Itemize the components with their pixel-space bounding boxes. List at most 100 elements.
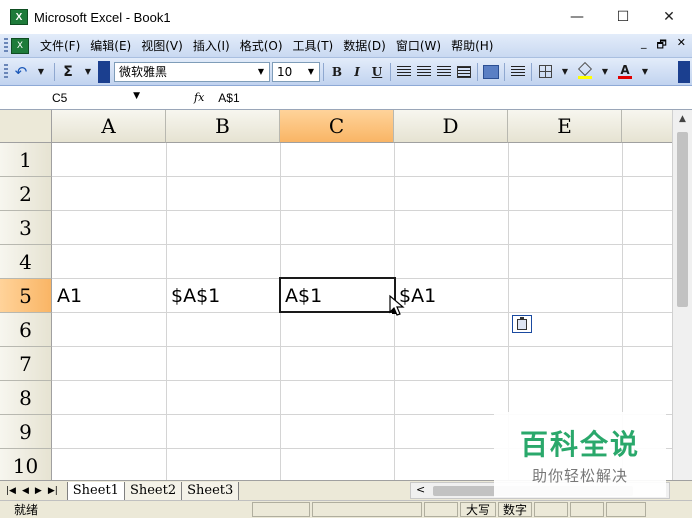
menu-view[interactable]: 视图(V) xyxy=(136,37,188,54)
toolbar-separator xyxy=(54,62,55,81)
formula-input[interactable]: A$1 xyxy=(218,91,239,105)
status-panel xyxy=(534,502,568,517)
font-color-icon: A xyxy=(620,63,630,77)
vertical-scrollbar[interactable]: ▲ xyxy=(672,110,692,480)
gridline xyxy=(52,176,672,177)
scroll-up-icon[interactable]: ▲ xyxy=(673,110,692,128)
font-color-button[interactable]: A xyxy=(615,62,635,82)
italic-button[interactable]: I xyxy=(347,62,367,82)
gridline xyxy=(52,346,672,347)
bold-button[interactable]: B xyxy=(327,62,347,82)
tab-sheet1[interactable]: Sheet1 xyxy=(66,481,125,500)
menu-window[interactable]: 窗口(W) xyxy=(391,37,446,54)
row-header-5[interactable]: 5 xyxy=(0,279,52,313)
menu-grip-icon[interactable] xyxy=(4,37,8,54)
menu-edit[interactable]: 编辑(E) xyxy=(85,37,136,54)
doc-restore-button[interactable]: 🗗 xyxy=(656,36,666,55)
row-header-6[interactable]: 6 xyxy=(0,313,52,347)
formatting-toolbar: ↶ ▼ Σ ▼ 微软雅黑 ▼ 10 ▼ B I U ▼ ▼ A ▼ xyxy=(0,58,692,86)
undo-icon[interactable]: ↶ xyxy=(11,62,31,82)
row-header-3[interactable]: 3 xyxy=(0,211,52,245)
mouse-cursor-icon xyxy=(389,294,405,316)
status-panel xyxy=(570,502,604,517)
watermark: 百科全说 助你轻松解决 xyxy=(494,412,666,497)
prev-sheet-icon[interactable]: ◀ xyxy=(19,486,32,496)
paste-options-button[interactable] xyxy=(512,315,532,333)
first-sheet-icon[interactable]: |◀ xyxy=(0,486,19,496)
cell-b5[interactable]: $A$1 xyxy=(166,279,280,313)
autosum-dropdown-icon[interactable]: ▼ xyxy=(78,62,98,82)
window-title: Microsoft Excel - Book1 xyxy=(34,9,171,25)
cell-a5[interactable]: A1 xyxy=(52,279,166,313)
row-header-4[interactable]: 4 xyxy=(0,245,52,279)
chevron-down-icon[interactable]: ▼ xyxy=(595,62,615,82)
chevron-down-icon[interactable]: ▼ xyxy=(635,62,655,82)
toolbar-separator xyxy=(504,62,505,81)
column-header-a[interactable]: A xyxy=(52,110,166,143)
row-header-9[interactable]: 9 xyxy=(0,415,52,449)
column-header-b[interactable]: B xyxy=(166,110,280,143)
status-panel xyxy=(312,502,422,517)
currency-button[interactable] xyxy=(481,62,501,82)
row-header-1[interactable]: 1 xyxy=(0,143,52,177)
fill-color-button[interactable] xyxy=(575,61,595,82)
gridline xyxy=(52,380,672,381)
insert-function-icon[interactable]: fx xyxy=(194,91,204,104)
row-header-7[interactable]: 7 xyxy=(0,347,52,381)
row-header-8[interactable]: 8 xyxy=(0,381,52,415)
align-left-button[interactable] xyxy=(394,62,414,82)
chevron-down-icon[interactable]: ▼ xyxy=(133,91,140,101)
merge-center-button[interactable] xyxy=(454,62,474,82)
title-bar: X Microsoft Excel - Book1 — ☐ ✕ xyxy=(0,0,692,34)
document-icon[interactable]: X xyxy=(11,37,29,54)
next-sheet-icon[interactable]: ▶ xyxy=(32,486,45,496)
row-header-10[interactable]: 10 xyxy=(0,449,52,480)
menu-file[interactable]: 文件(F) xyxy=(35,37,85,54)
toolbar-separator xyxy=(390,62,391,81)
cell-d5[interactable]: $A1 xyxy=(394,279,508,313)
column-header-c[interactable]: C xyxy=(280,110,394,143)
underline-button[interactable]: U xyxy=(367,62,387,82)
menu-data[interactable]: 数据(D) xyxy=(338,37,391,54)
toolbar-options-icon[interactable] xyxy=(98,60,110,83)
chevron-down-icon[interactable]: ▼ xyxy=(255,65,267,79)
font-name-select[interactable]: 微软雅黑 ▼ xyxy=(114,61,270,82)
indent-button[interactable] xyxy=(508,62,528,82)
minimize-button[interactable]: — xyxy=(554,0,600,34)
autosum-icon[interactable]: Σ xyxy=(58,62,78,82)
font-size-value: 10 xyxy=(277,64,293,79)
maximize-button[interactable]: ☐ xyxy=(600,0,646,34)
close-button[interactable]: ✕ xyxy=(646,0,692,34)
menu-insert[interactable]: 插入(I) xyxy=(188,37,235,54)
undo-dropdown-icon[interactable]: ▼ xyxy=(31,62,51,82)
column-header-f[interactable] xyxy=(622,110,672,143)
select-all-corner[interactable] xyxy=(0,110,52,143)
toolbar-options-icon[interactable] xyxy=(678,60,690,83)
toolbar-grip-icon[interactable] xyxy=(4,63,8,80)
column-header-d[interactable]: D xyxy=(394,110,508,143)
align-center-button[interactable] xyxy=(414,62,434,82)
tab-sheet2[interactable]: Sheet2 xyxy=(124,481,183,500)
vertical-scroll-thumb[interactable] xyxy=(677,132,688,307)
menu-format[interactable]: 格式(O) xyxy=(235,37,288,54)
formula-bar: C5 ▼ fx A$1 xyxy=(0,86,692,110)
font-color-swatch xyxy=(618,76,632,79)
gridline xyxy=(52,210,672,211)
tab-sheet3[interactable]: Sheet3 xyxy=(182,481,240,500)
name-box[interactable]: C5 ▼ xyxy=(2,87,146,108)
doc-close-button[interactable]: ✕ xyxy=(677,36,686,55)
active-cell-border xyxy=(279,277,396,313)
align-right-button[interactable] xyxy=(434,62,454,82)
chevron-down-icon[interactable]: ▼ xyxy=(555,62,575,82)
borders-button[interactable] xyxy=(535,62,555,82)
doc-minimize-button[interactable]: _ xyxy=(641,36,647,55)
menu-tools[interactable]: 工具(T) xyxy=(288,37,339,54)
toolbar-separator xyxy=(477,62,478,81)
scroll-left-icon[interactable]: < xyxy=(416,483,425,496)
menu-help[interactable]: 帮助(H) xyxy=(446,37,498,54)
chevron-down-icon[interactable]: ▼ xyxy=(305,65,317,79)
font-size-select[interactable]: 10 ▼ xyxy=(272,61,320,82)
row-header-2[interactable]: 2 xyxy=(0,177,52,211)
last-sheet-icon[interactable]: ▶| xyxy=(45,486,61,496)
column-header-e[interactable]: E xyxy=(508,110,622,143)
